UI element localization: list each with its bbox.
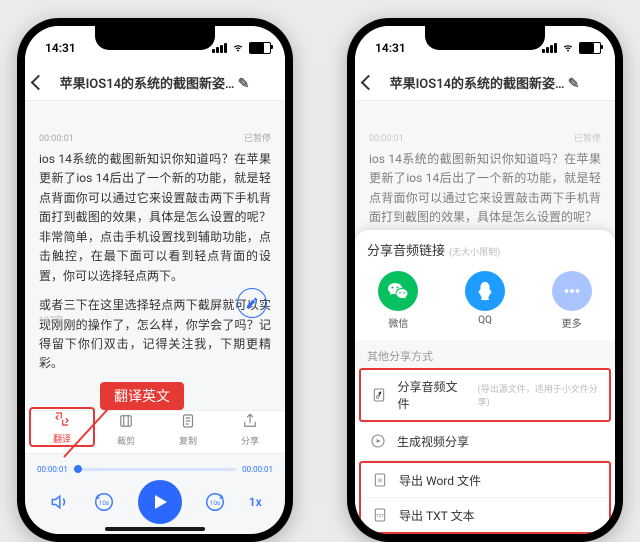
share-more[interactable]: 更多 [552, 271, 592, 330]
play-icon [155, 495, 167, 509]
wifi-icon [231, 43, 245, 53]
opt-word[interactable]: W 导出 Word 文件 [361, 463, 609, 498]
tool-share[interactable]: 分享 [219, 411, 281, 447]
signal-icon [212, 43, 227, 53]
page-title: 苹果IOS14的系统的截图新姿… ✎ [382, 73, 587, 92]
back-icon[interactable] [31, 74, 47, 90]
wifi-icon [561, 43, 575, 53]
device-notch [425, 26, 545, 50]
playback-state: 已暂停 [574, 131, 601, 144]
wechat-icon [378, 271, 418, 311]
word-file-icon: W [371, 471, 389, 489]
back-10s-icon[interactable]: 10s [93, 491, 115, 513]
share-icon [240, 411, 260, 431]
home-indicator [105, 527, 205, 531]
scrub-start: 00:00:01 [37, 465, 68, 474]
video-icon [369, 432, 387, 450]
annotation-arrow [62, 409, 110, 459]
battery-icon [249, 42, 271, 54]
svg-text:TXT: TXT [376, 514, 385, 520]
share-sheet: 分享音频链接(无大小限制) 微信 QQ 更多 其 [355, 230, 615, 534]
qq-icon [465, 271, 505, 311]
trim-icon [116, 411, 136, 431]
transcript: ios 14系统的截图新知识你知道吗？在苹果更新了ios 14后出了一个新的功能… [369, 150, 601, 228]
share-wechat[interactable]: 微信 [378, 271, 418, 330]
more-icon [552, 271, 592, 311]
nav-bar: 苹果IOS14的系统的截图新姿… ✎ [25, 64, 285, 101]
edit-button[interactable] [237, 288, 267, 318]
forward-10s-icon[interactable]: 10s [204, 491, 226, 513]
other-methods-title: 其他分享方式 [355, 340, 615, 368]
status-time: 14:31 [355, 41, 406, 55]
scrub-end: 00:00:01 [242, 465, 273, 474]
opt-share-audio[interactable]: 分享音频文件(导出源文件，适用于小文件分享) [359, 368, 611, 422]
player-controls: 10s 10s 1x [25, 480, 285, 524]
device-notch [95, 26, 215, 50]
phone-right: 14:31 苹果IOS14的系统的截图新姿… ✎ 00:00:01 已暂停 [347, 18, 623, 542]
annotation-bubble: 翻译英文 [100, 382, 184, 410]
tool-copy[interactable]: 复制 [157, 411, 219, 447]
signal-icon [542, 43, 557, 53]
playback-state: 已暂停 [244, 131, 271, 144]
svg-text:10s: 10s [99, 499, 110, 507]
playback-pos: 00:00:01 [369, 134, 404, 144]
audio-file-icon [371, 386, 388, 404]
back-icon[interactable] [361, 74, 377, 90]
transcript: ios 14系统的截图新知识你知道吗？在苹果更新了ios 14后出了一个新的功能… [39, 150, 271, 374]
txt-file-icon: TXT [371, 506, 389, 524]
share-qq[interactable]: QQ [465, 271, 505, 330]
volume-icon[interactable] [48, 491, 70, 513]
playback-rate[interactable]: 1x [249, 495, 262, 509]
playback-pos: 00:00:01 [39, 134, 74, 144]
play-button[interactable] [138, 480, 182, 524]
opt-txt[interactable]: TXT 导出 TXT 文本 [361, 498, 609, 532]
opt-video[interactable]: 生成视频分享 [355, 422, 615, 461]
status-time: 14:31 [25, 41, 76, 55]
edit-icon[interactable]: ✎ [568, 76, 580, 92]
phone-left: 14:31 苹果IOS14的系统的截图新姿… ✎ 00:00:01 已暂停 [17, 18, 293, 542]
sheet-title: 分享音频链接(无大小限制) [355, 230, 615, 265]
word-count: 187字 [39, 313, 63, 326]
edit-icon[interactable]: ✎ [238, 76, 250, 92]
page-title: 苹果IOS14的系统的截图新姿… ✎ [52, 73, 257, 92]
export-group: W 导出 Word 文件 TXT 导出 TXT 文本 [359, 461, 611, 534]
svg-text:W: W [378, 479, 383, 485]
svg-text:10s: 10s [210, 499, 221, 507]
copy-icon [178, 411, 198, 431]
nav-bar: 苹果IOS14的系统的截图新姿… ✎ [355, 64, 615, 101]
battery-icon [579, 42, 601, 54]
scrubber[interactable]: 00:00:01 00:00:01 [25, 465, 285, 474]
